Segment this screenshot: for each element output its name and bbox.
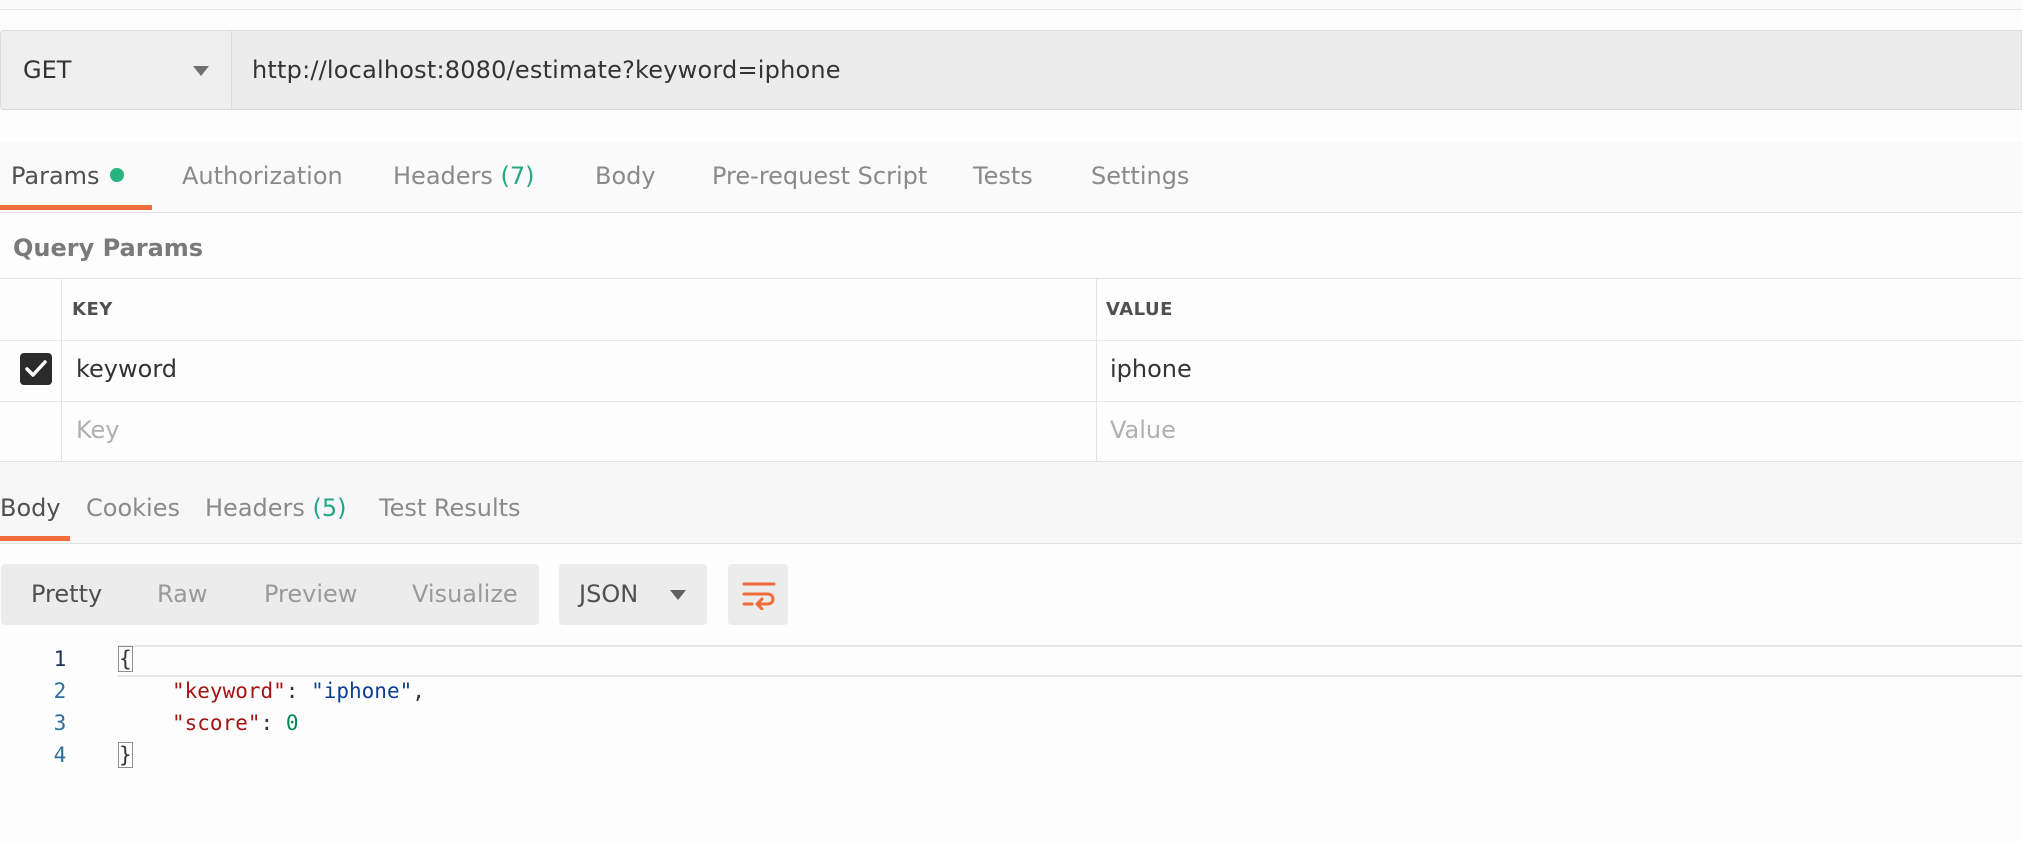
tab-params-underline	[0, 205, 152, 210]
tab-params[interactable]: Params	[11, 162, 124, 190]
param-value-input[interactable]: iphone	[1110, 355, 1192, 383]
params-active-dot-icon	[109, 168, 124, 182]
key-column-header: KEY	[72, 299, 113, 320]
tab-headers[interactable]: Headers (7)	[393, 162, 535, 190]
current-line-highlight	[118, 645, 2022, 677]
query-params-title: Query Params	[13, 234, 204, 262]
tab-headers-count: (7)	[500, 162, 535, 190]
tab-response-headers-count: (5)	[312, 494, 347, 522]
request-tabs: Params Authorization Headers (7) Body Pr…	[0, 142, 2022, 213]
json-colon: :	[260, 711, 286, 735]
view-raw-button[interactable]: Raw	[157, 580, 207, 608]
line-number: 3	[53, 711, 67, 735]
json-number-value: 0	[285, 711, 299, 735]
view-pretty-button[interactable]: Pretty	[31, 580, 102, 608]
line-number: 4	[53, 743, 67, 767]
param-key-input[interactable]: keyword	[76, 355, 177, 383]
new-value-input[interactable]: Value	[1110, 416, 1176, 444]
tab-response-headers-label: Headers	[205, 494, 305, 522]
format-select[interactable]: JSON	[559, 564, 707, 625]
url-input[interactable]: http://localhost:8080/estimate?keyword=i…	[232, 30, 2022, 110]
json-key: "keyword"	[172, 679, 286, 703]
format-label: JSON	[579, 580, 639, 608]
json-comma: ,	[412, 679, 425, 703]
checkmark-icon	[25, 360, 47, 377]
code-line: {	[118, 646, 133, 672]
wrap-lines-icon	[742, 582, 776, 610]
json-string-value: "iphone"	[311, 679, 413, 703]
tab-response-headers[interactable]: Headers (5)	[205, 494, 347, 522]
json-colon: :	[285, 679, 312, 703]
tab-authorization[interactable]: Authorization	[182, 162, 343, 190]
code-line: "score": 0	[172, 711, 298, 735]
param-enabled-checkbox[interactable]	[20, 353, 52, 385]
tab-headers-label: Headers	[393, 162, 493, 190]
request-bar: GET http://localhost:8080/estimate?keywo…	[0, 30, 2022, 110]
wrap-lines-button[interactable]	[728, 564, 788, 625]
table-header-row	[0, 279, 2022, 341]
line-number: 2	[53, 679, 67, 703]
line-number: 1	[53, 647, 67, 671]
method-label: GET	[23, 56, 72, 84]
chevron-down-icon	[193, 66, 209, 76]
tab-test-results[interactable]: Test Results	[379, 494, 521, 522]
response-body-editor[interactable]: 1 2 3 4 { "keyword": "iphone", "score": …	[0, 640, 2022, 780]
tab-params-label: Params	[11, 162, 100, 190]
tab-pre-request-script[interactable]: Pre-request Script	[712, 162, 927, 190]
view-visualize-button[interactable]: Visualize	[412, 580, 518, 608]
tab-tests[interactable]: Tests	[973, 162, 1033, 190]
url-text: http://localhost:8080/estimate?keyword=i…	[252, 56, 841, 84]
value-column-header: VALUE	[1106, 299, 1173, 320]
view-mode-group: Pretty Raw Preview Visualize	[1, 564, 539, 625]
close-brace: }	[118, 742, 133, 768]
response-tabs: Body Cookies Headers (5) Test Results	[0, 462, 2022, 544]
tab-cookies[interactable]: Cookies	[86, 494, 180, 522]
table-row	[0, 341, 2022, 402]
tab-response-body[interactable]: Body	[0, 494, 61, 522]
code-line: }	[118, 742, 133, 768]
new-key-input[interactable]: Key	[76, 416, 120, 444]
top-strip	[0, 0, 2022, 10]
column-divider	[1096, 279, 1097, 463]
view-preview-button[interactable]: Preview	[264, 580, 357, 608]
tab-settings[interactable]: Settings	[1091, 162, 1189, 190]
tab-body[interactable]: Body	[595, 162, 656, 190]
chevron-down-icon	[670, 590, 686, 600]
json-key: "score"	[172, 711, 261, 735]
code-line: "keyword": "iphone",	[172, 679, 425, 703]
query-params-table	[0, 278, 2022, 463]
method-select[interactable]: GET	[0, 30, 232, 110]
tab-response-body-underline	[0, 536, 70, 541]
open-brace: {	[118, 646, 133, 672]
column-divider	[61, 279, 62, 463]
